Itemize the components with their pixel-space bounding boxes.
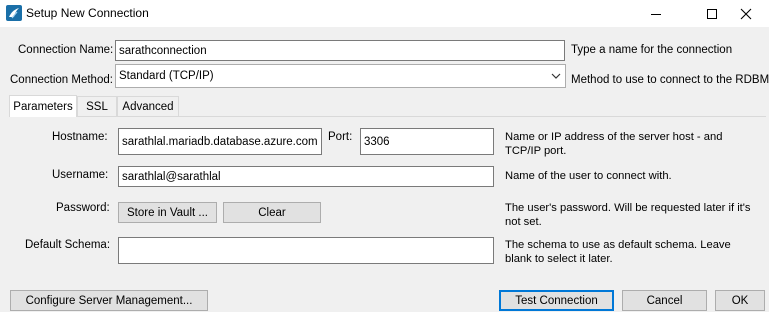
minimize-icon [651, 13, 661, 15]
username-label: Username: [52, 169, 109, 181]
store-in-vault-button[interactable]: Store in Vault ... [118, 202, 217, 223]
cancel-button[interactable]: Cancel [622, 290, 707, 311]
clear-password-button[interactable]: Clear [223, 202, 321, 223]
connection-method-label: Connection Method: [10, 74, 113, 86]
minimize-button[interactable] [633, 0, 679, 27]
connection-name-help: Type a name for the connection [571, 44, 733, 56]
username-help: Name of the user to connect with. [505, 170, 672, 182]
port-label: Port: [328, 131, 353, 143]
test-connection-button[interactable]: Test Connection [499, 290, 614, 311]
connection-method-select[interactable]: Standard (TCP/IP) [115, 64, 566, 88]
default-schema-label: Default Schema: [25, 239, 111, 251]
tab-parameters[interactable]: Parameters [9, 95, 77, 117]
connection-method-value: Standard (TCP/IP) [119, 70, 214, 82]
password-help: The user's password. Will be requested l… [505, 202, 751, 228]
hostname-help: Name or IP address of the server host - … [505, 131, 723, 157]
password-label: Password: [56, 202, 110, 214]
hostname-label: Hostname: [52, 131, 108, 143]
maximize-icon [707, 8, 717, 19]
username-input[interactable]: sarathlal@sarathlal [118, 166, 494, 187]
configure-server-management-button[interactable]: Configure Server Management... [10, 290, 208, 311]
connection-method-help: Method to use to connect to the RDBMS [571, 74, 769, 86]
hostname-input[interactable]: sarathlal.mariadb.database.azure.com [118, 128, 322, 155]
close-icon [740, 8, 752, 19]
tab-advanced[interactable]: Advanced [117, 96, 179, 116]
mysql-workbench-app-icon [6, 5, 22, 21]
tab-ssl[interactable]: SSL [77, 96, 117, 116]
connection-name-label: Connection Name: [18, 44, 114, 56]
default-schema-input[interactable] [118, 237, 494, 264]
ok-button[interactable]: OK [715, 290, 765, 311]
default-schema-help: The schema to use as default schema. Lea… [505, 239, 731, 265]
window-title: Setup New Connection [26, 6, 149, 20]
close-button[interactable] [723, 0, 769, 27]
connection-name-input[interactable]: sarathconnection [115, 40, 565, 61]
chevron-down-icon [551, 71, 561, 83]
port-input[interactable]: 3306 [360, 128, 494, 155]
